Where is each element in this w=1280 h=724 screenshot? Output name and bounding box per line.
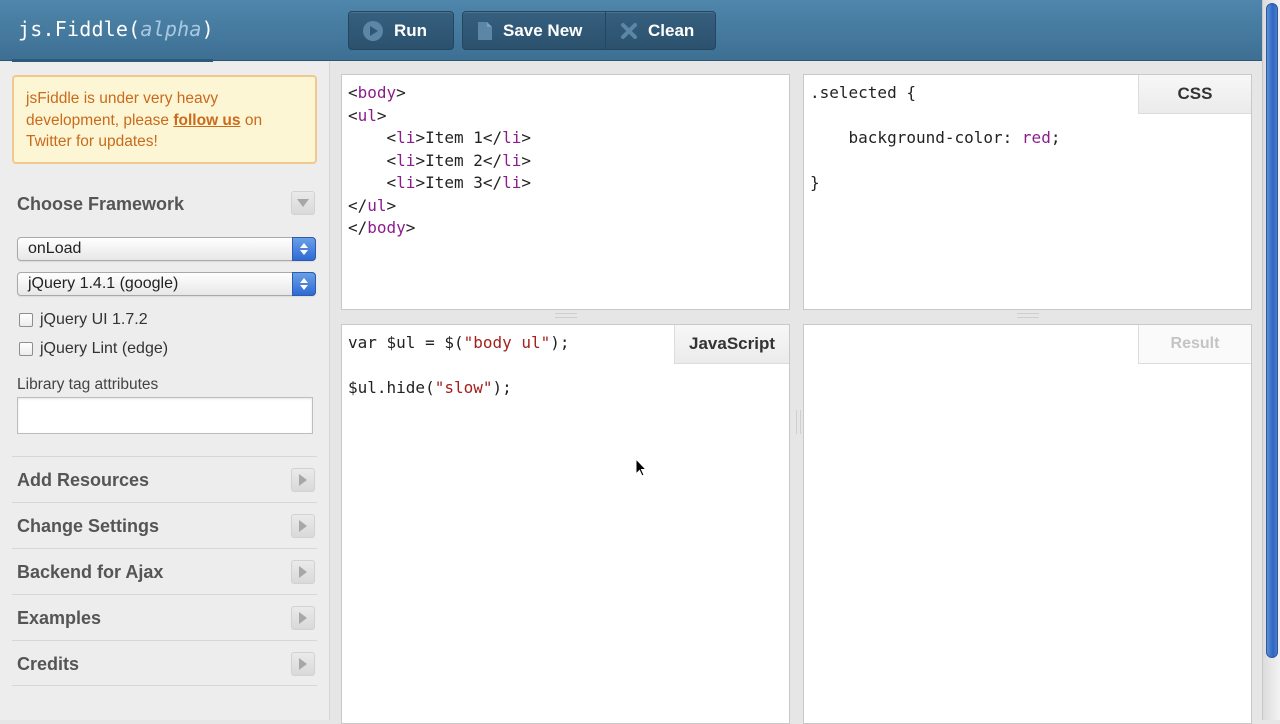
jquery-ui-option[interactable]: jQuery UI 1.7.2 — [19, 311, 148, 329]
triangle-right-icon — [299, 612, 307, 624]
credits-label: Credits — [17, 654, 80, 674]
backend-ajax-section[interactable]: Backend for Ajax — [12, 548, 317, 594]
document-icon — [477, 21, 493, 41]
jquery-lint-option[interactable]: jQuery Lint (edge) — [19, 340, 168, 358]
examples-section[interactable]: Examples — [12, 594, 317, 640]
logo-close: ) — [201, 17, 214, 41]
framework-select[interactable]: jQuery 1.4.1 (google) — [17, 272, 316, 296]
triangle-right-icon — [299, 658, 307, 670]
examples-label: Examples — [17, 608, 102, 628]
notice-box: jsFiddle is under very heavy development… — [12, 75, 317, 164]
sidebar: jsFiddle is under very heavy development… — [0, 62, 330, 720]
triangle-right-icon — [299, 566, 307, 578]
result-panel: Result — [803, 324, 1252, 724]
run-button[interactable]: Run — [349, 12, 441, 49]
js-line: var $ul = $("body ul"); — [348, 333, 570, 352]
logo-main: js.Fiddle( — [18, 17, 141, 41]
credits-expand[interactable] — [291, 652, 315, 676]
horizontal-resize-handle[interactable] — [555, 313, 577, 318]
change-settings-expand[interactable] — [291, 514, 315, 538]
follow-us-link[interactable]: follow us — [173, 112, 240, 129]
change-settings-label: Change Settings — [17, 516, 160, 536]
library-attributes-input[interactable] — [17, 397, 313, 434]
backend-ajax-expand[interactable] — [291, 560, 315, 584]
page-scrollbar[interactable] — [1262, 0, 1280, 720]
clean-button[interactable]: Clean — [605, 12, 715, 49]
html-editor-panel[interactable]: <body> <ul> <li>Item 1</li> <li>Item 2</l… — [341, 74, 790, 310]
add-resources-section[interactable]: Add Resources — [12, 456, 317, 502]
logo-alpha: alpha — [140, 17, 202, 41]
scrollbar-thumb[interactable] — [1266, 3, 1278, 658]
triangle-down-icon — [297, 199, 309, 207]
credits-section[interactable]: Credits — [12, 640, 317, 686]
css-tab-label: CSS — [1138, 75, 1251, 114]
javascript-tab-label: JavaScript — [674, 325, 789, 364]
html-line: <li>Item 1</li> — [348, 128, 532, 147]
clean-x-icon — [620, 22, 638, 40]
js-code[interactable]: var $ul = $("body ul"); $ul.hide("slow")… — [348, 332, 570, 400]
result-tab-label: Result — [1138, 325, 1251, 364]
html-line: </ul> — [348, 195, 397, 215]
html-line: <li>Item 3</li> — [348, 173, 532, 192]
vertical-resize-handle[interactable] — [796, 410, 801, 434]
select-arrows-icon — [292, 272, 316, 296]
html-line: </body> — [348, 218, 416, 237]
run-label: Run — [394, 20, 428, 40]
framework-value: jQuery 1.4.1 (google) — [28, 275, 179, 292]
logo[interactable]: js.Fiddle(alpha) — [18, 17, 214, 41]
choose-framework-title: Choose Framework — [17, 194, 185, 214]
add-resources-label: Add Resources — [17, 470, 150, 490]
mouse-cursor-icon — [635, 457, 648, 483]
change-settings-section[interactable]: Change Settings — [12, 502, 317, 548]
top-header: js.Fiddle(alpha) Run Save New Clean — [0, 0, 1280, 62]
html-line: <body> — [348, 83, 406, 102]
play-icon — [362, 20, 384, 42]
css-editor-panel[interactable]: CSS .selected { background-color: red; } — [803, 74, 1252, 310]
triangle-right-icon — [299, 474, 307, 486]
save-new-label: Save New — [503, 20, 583, 40]
jquery-lint-checkbox[interactable] — [19, 342, 33, 356]
save-new-button[interactable]: Save New — [463, 12, 605, 49]
load-type-select[interactable]: onLoad — [17, 237, 316, 261]
clean-label: Clean — [648, 20, 695, 40]
library-attributes-label: Library tag attributes — [17, 376, 159, 393]
add-resources-expand[interactable] — [291, 468, 315, 492]
jquery-lint-label: jQuery Lint (edge) — [40, 340, 169, 357]
backend-ajax-label: Backend for Ajax — [17, 562, 164, 582]
examples-expand[interactable] — [291, 606, 315, 630]
css-selector-line: .selected { — [810, 83, 916, 102]
load-type-value: onLoad — [28, 240, 82, 257]
triangle-right-icon — [299, 520, 307, 532]
select-arrows-icon — [292, 237, 316, 261]
css-property-line: background-color: red; — [810, 128, 1061, 147]
html-code[interactable]: <body> <ul> <li>Item 1</li> <li>Item 2</l… — [348, 82, 531, 240]
run-button-group: Run — [348, 11, 454, 50]
jquery-ui-checkbox[interactable] — [19, 313, 33, 327]
html-line: <li>Item 2</li> — [348, 150, 532, 170]
js-line: $ul.hide("slow"); — [348, 378, 512, 397]
horizontal-resize-handle[interactable] — [1017, 313, 1039, 318]
css-code[interactable]: .selected { background-color: red; } — [810, 82, 1060, 195]
jquery-ui-label: jQuery UI 1.7.2 — [40, 311, 148, 328]
framework-collapse-toggle[interactable] — [291, 191, 315, 215]
js-editor-panel[interactable]: JavaScript var $ul = $("body ul"); $ul.h… — [341, 324, 790, 724]
save-clean-group: Save New Clean — [462, 11, 716, 50]
html-line: <ul> — [348, 105, 387, 125]
css-close-line: } — [810, 173, 820, 192]
